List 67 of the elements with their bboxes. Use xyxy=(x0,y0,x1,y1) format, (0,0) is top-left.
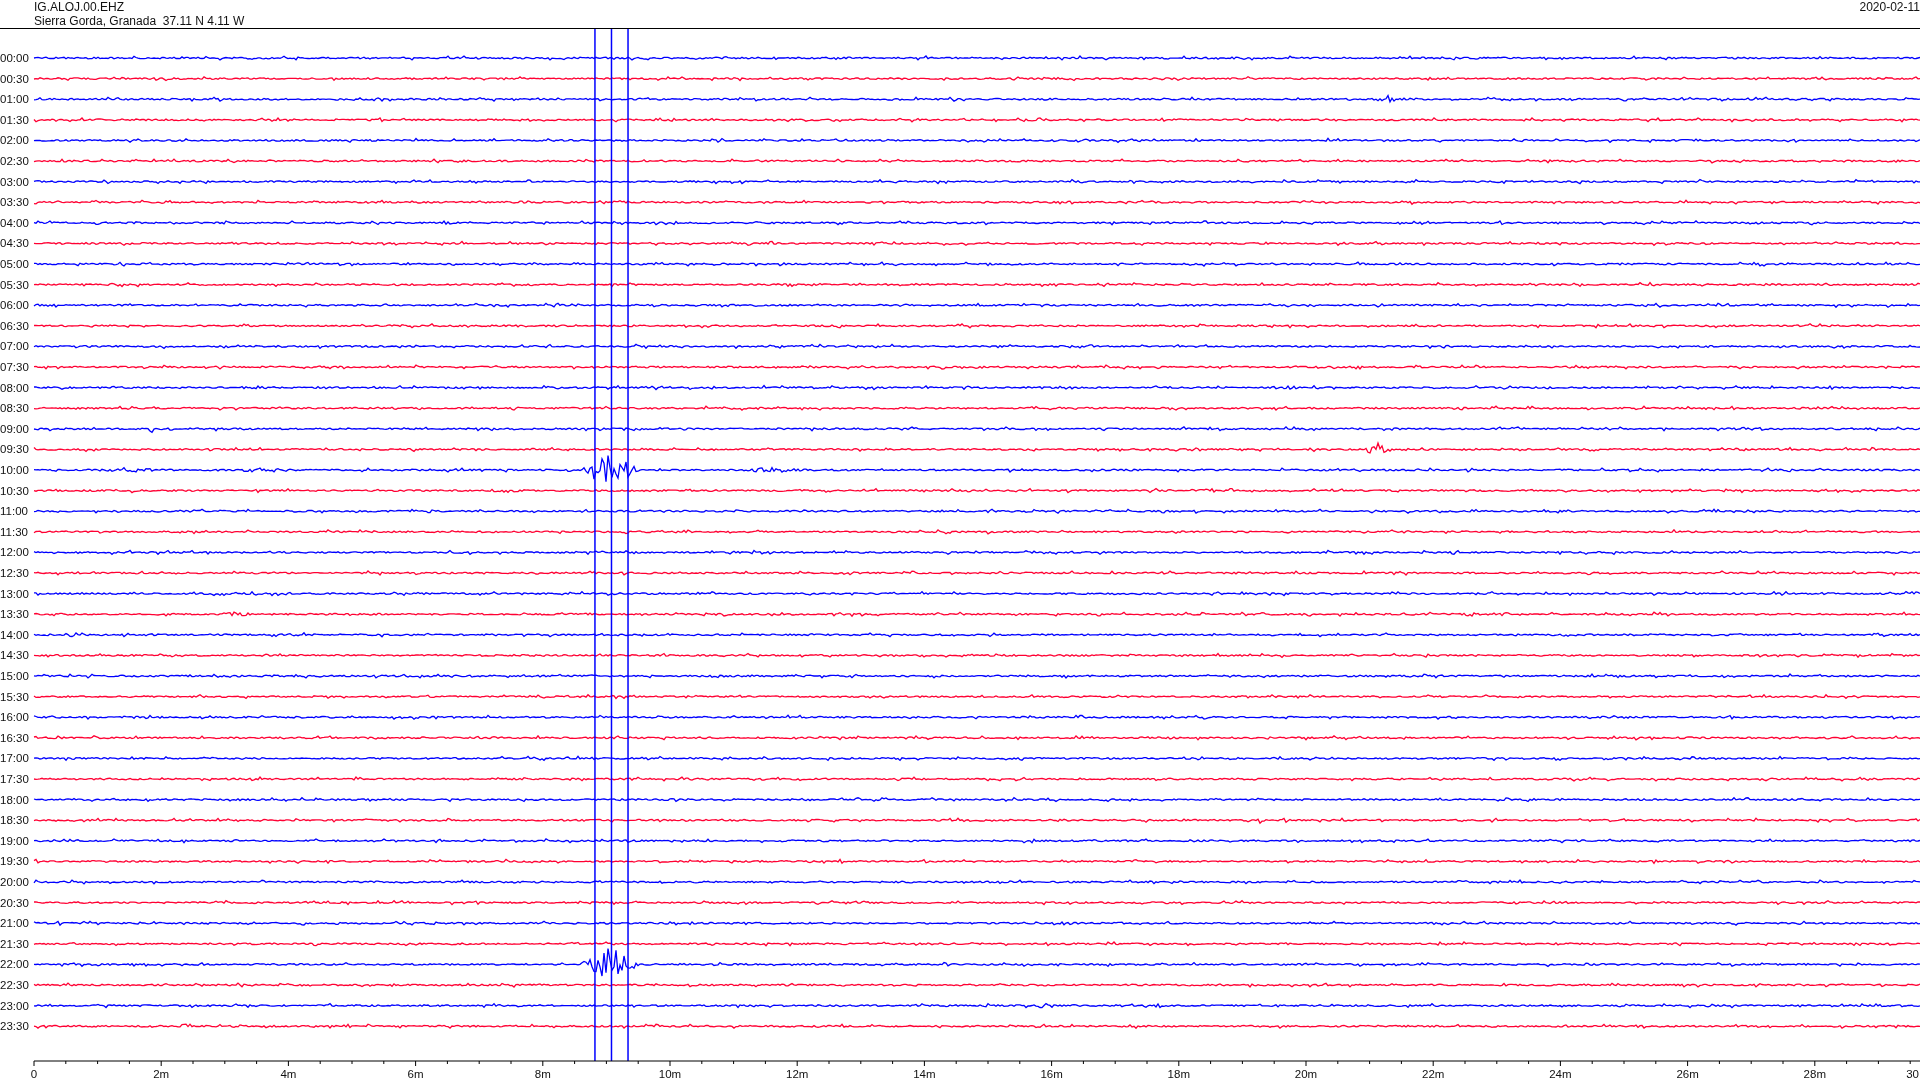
time-label: 08:30 xyxy=(0,402,29,415)
time-label: 17:00 xyxy=(0,752,29,765)
time-label: 22:00 xyxy=(0,958,29,971)
time-label: 17:30 xyxy=(0,773,29,785)
time-label: 11:00 xyxy=(0,505,28,518)
axis-tick-label: 12m xyxy=(786,1068,809,1079)
time-label: 23:00 xyxy=(0,999,29,1012)
station-code: IG.ALOJ.00.EHZ xyxy=(34,0,126,14)
time-label: 22:30 xyxy=(0,979,29,991)
time-label: 21:30 xyxy=(0,937,29,950)
time-label: 04:30 xyxy=(0,237,29,250)
axis-tick-label: 6m xyxy=(407,1068,424,1079)
time-label: 12:00 xyxy=(0,546,29,559)
time-label: 07:00 xyxy=(0,340,29,353)
time-label: 16:30 xyxy=(0,731,29,744)
axis-tick-label: 24m xyxy=(1549,1068,1572,1079)
axis-tick-label: 26m xyxy=(1676,1068,1699,1079)
axis-tick-label: 2m xyxy=(153,1068,170,1079)
time-label: 06:30 xyxy=(0,319,29,332)
time-label: 02:30 xyxy=(0,155,29,167)
time-label: 01:30 xyxy=(0,113,29,126)
station-location: Sierra Gorda, Granada 37.11 N 4.11 W xyxy=(34,14,245,28)
time-label: 18:00 xyxy=(0,793,29,806)
axis-tick-label: 28m xyxy=(1803,1068,1826,1079)
axis-tick-label: 18m xyxy=(1167,1068,1190,1079)
time-label: 00:30 xyxy=(0,72,29,85)
time-label: 15:30 xyxy=(0,690,29,703)
time-label: 05:30 xyxy=(0,278,29,291)
time-label: 13:30 xyxy=(0,608,29,621)
axis-tick-label: 20m xyxy=(1294,1068,1318,1079)
time-label: 07:30 xyxy=(0,361,29,373)
time-label: 00:00 xyxy=(0,52,29,64)
time-label: 19:00 xyxy=(0,834,29,847)
time-label: 09:00 xyxy=(0,422,29,435)
axis-tick-label: 22m xyxy=(1422,1068,1445,1079)
time-label: 06:00 xyxy=(0,299,29,312)
axis-tick-label: 30 xyxy=(1906,1068,1919,1079)
axis-tick-label: 0 xyxy=(30,1068,38,1079)
time-label: 20:00 xyxy=(0,876,29,888)
time-label: 10:00 xyxy=(0,464,29,476)
time-label: 14:30 xyxy=(0,649,29,662)
axis-tick-label: 10m xyxy=(658,1068,682,1079)
time-label: 09:30 xyxy=(0,443,29,456)
time-label: 14:00 xyxy=(0,628,29,641)
date-label: 2020-02-11 xyxy=(1859,0,1920,16)
axis-tick-label: 14m xyxy=(913,1068,936,1079)
time-label: 10:30 xyxy=(0,484,29,497)
axis-tick-label: 16m xyxy=(1040,1068,1063,1079)
time-label: 04:00 xyxy=(0,216,29,229)
time-label: 01:00 xyxy=(0,93,29,106)
time-label: 13:00 xyxy=(0,587,29,600)
axis-tick-label: 4m xyxy=(280,1068,297,1079)
time-label: 03:00 xyxy=(0,175,29,188)
time-label: 23:30 xyxy=(0,1020,29,1033)
time-label: 08:00 xyxy=(0,381,29,394)
time-label: 20:30 xyxy=(0,896,29,909)
time-label: 03:30 xyxy=(0,196,29,209)
time-label: 18:30 xyxy=(0,814,29,827)
time-label: 16:00 xyxy=(0,711,29,724)
time-label: 12:30 xyxy=(0,567,29,579)
time-label: 19:30 xyxy=(0,855,29,868)
time-label: 02:00 xyxy=(0,134,29,147)
time-label: 21:00 xyxy=(0,917,29,930)
time-label: 05:00 xyxy=(0,258,29,270)
time-label: 11:30 xyxy=(0,525,28,538)
time-label: 15:00 xyxy=(0,670,29,682)
axis-tick-label: 8m xyxy=(534,1068,551,1079)
